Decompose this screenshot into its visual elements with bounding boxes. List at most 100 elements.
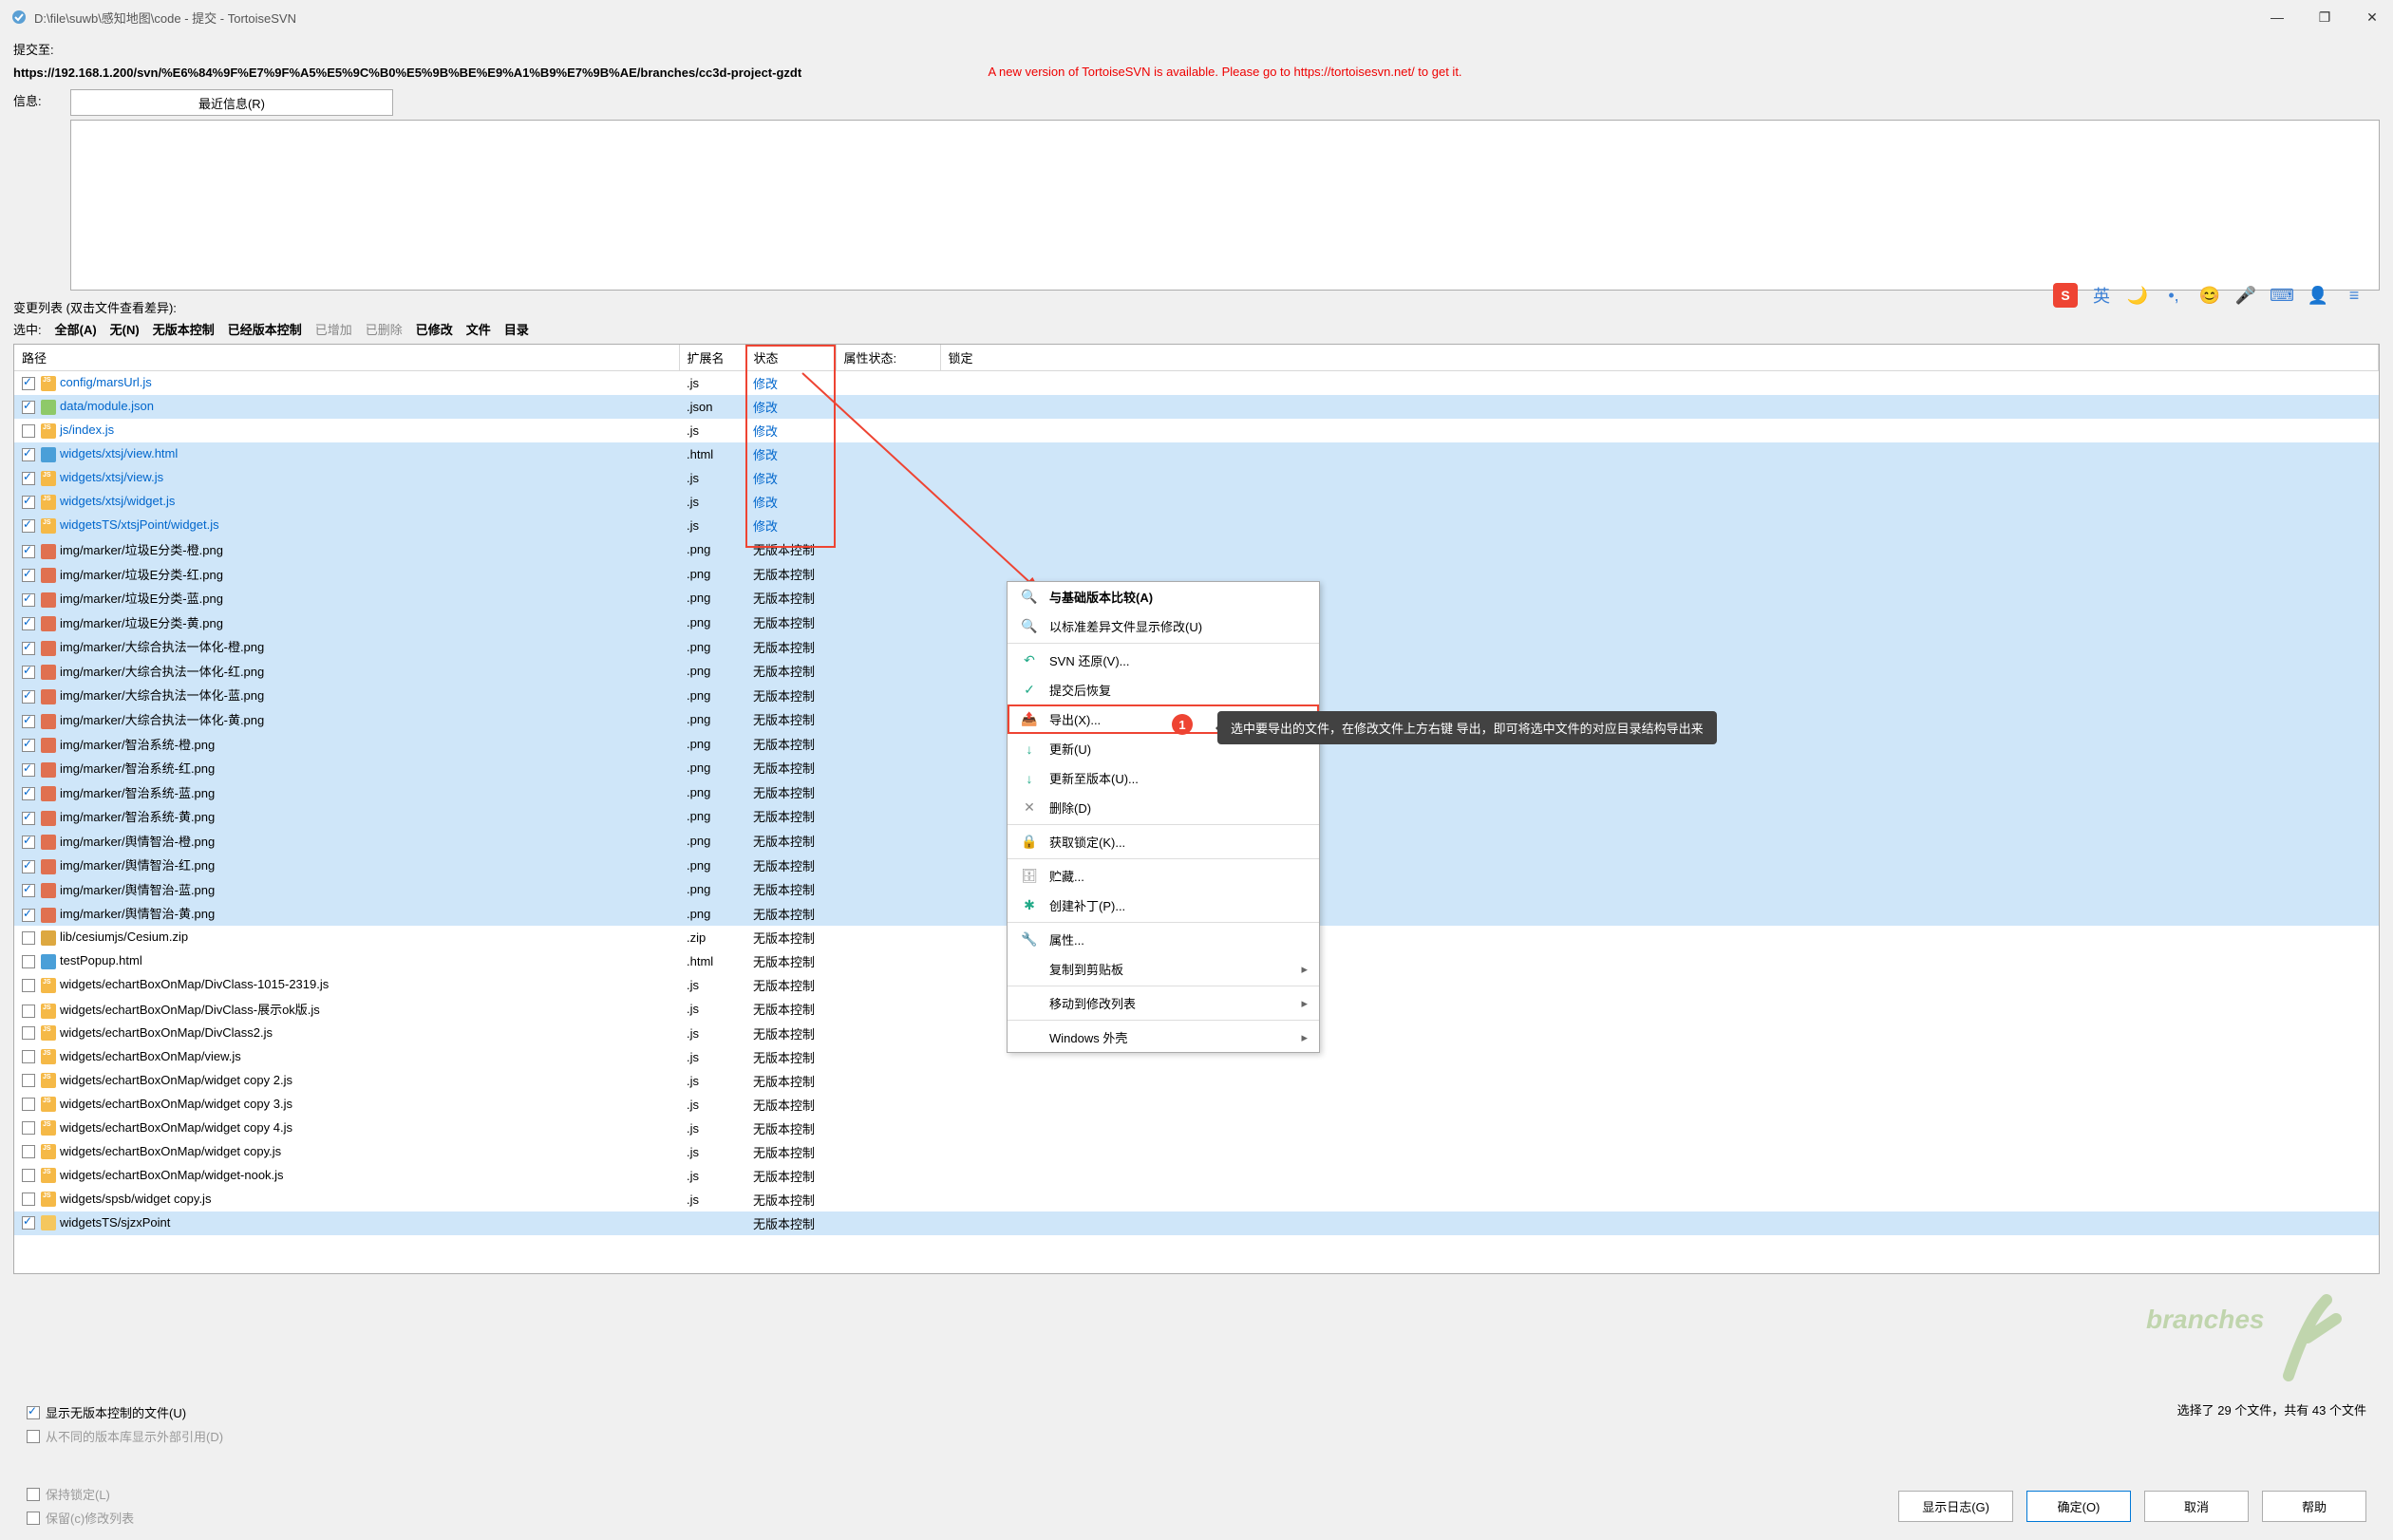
menu-item[interactable]: 🔒获取锁定(K)... xyxy=(1008,827,1319,856)
row-checkbox[interactable] xyxy=(22,1193,35,1206)
row-checkbox[interactable] xyxy=(22,1098,35,1111)
row-checkbox[interactable] xyxy=(22,593,35,607)
menu-item[interactable]: 🗄贮藏... xyxy=(1008,861,1319,891)
row-checkbox[interactable] xyxy=(22,1005,35,1018)
table-row[interactable]: widgets/spsb/widget copy.js.js无版本控制 xyxy=(14,1188,2379,1211)
row-checkbox[interactable] xyxy=(22,1074,35,1087)
table-row[interactable]: widgets/echartBoxOnMap/widget copy 4.js.… xyxy=(14,1117,2379,1140)
table-row[interactable]: config/marsUrl.js.js修改 xyxy=(14,371,2379,396)
table-row[interactable]: widgetsTS/sjzxPoint无版本控制 xyxy=(14,1211,2379,1235)
menu-item[interactable]: 移动到修改列表▸ xyxy=(1008,988,1319,1018)
col-ext[interactable]: 扩展名 xyxy=(679,345,745,371)
menu-icon[interactable]: ≡ xyxy=(2342,283,2366,308)
row-checkbox[interactable] xyxy=(22,715,35,728)
menu-item[interactable]: ↓更新至版本(U)... xyxy=(1008,763,1319,793)
row-checkbox[interactable] xyxy=(22,979,35,992)
moon-icon[interactable]: 🌙 xyxy=(2125,283,2150,308)
filter-files[interactable]: 文件 xyxy=(466,320,491,338)
ok-button[interactable]: 确定(O) xyxy=(2026,1491,2131,1522)
row-checkbox[interactable] xyxy=(22,955,35,968)
row-checkbox[interactable] xyxy=(22,1026,35,1040)
row-checkbox[interactable] xyxy=(22,1216,35,1230)
close-button[interactable]: ✕ xyxy=(2363,8,2382,27)
context-menu[interactable]: 🔍与基础版本比较(A)🔍以标准差异文件显示修改(U) ↶SVN 还原(V)...✓… xyxy=(1007,581,1320,1053)
row-checkbox[interactable] xyxy=(22,1121,35,1135)
row-checkbox[interactable] xyxy=(22,909,35,922)
row-checkbox[interactable] xyxy=(22,1145,35,1158)
table-row[interactable]: img/marker/垃圾E分类-橙.png.png无版本控制 xyxy=(14,537,2379,562)
table-row[interactable]: widgets/echartBoxOnMap/widget copy 3.js.… xyxy=(14,1093,2379,1117)
row-checkbox[interactable] xyxy=(22,884,35,897)
row-checkbox[interactable] xyxy=(22,569,35,582)
keyboard-icon[interactable]: ⌨ xyxy=(2270,283,2294,308)
col-lock[interactable]: 锁定 xyxy=(940,345,2379,371)
row-checkbox[interactable] xyxy=(22,787,35,800)
row-checkbox[interactable] xyxy=(22,377,35,390)
maximize-button[interactable]: ❐ xyxy=(2315,8,2334,27)
row-checkbox[interactable] xyxy=(22,448,35,461)
keep-locks-checkbox[interactable] xyxy=(27,1488,40,1501)
col-path[interactable]: 路径 xyxy=(14,345,679,371)
menu-item[interactable]: Windows 外壳▸ xyxy=(1008,1023,1319,1052)
row-checkbox[interactable] xyxy=(22,812,35,825)
filter-deleted[interactable]: 已删除 xyxy=(366,320,403,338)
filter-added[interactable]: 已增加 xyxy=(315,320,352,338)
filter-vc[interactable]: 已经版本控制 xyxy=(228,320,302,338)
table-row[interactable]: widgets/xtsj/view.html.html修改 xyxy=(14,442,2379,466)
row-checkbox[interactable] xyxy=(22,666,35,679)
table-row[interactable]: widgets/xtsj/view.js.js修改 xyxy=(14,466,2379,490)
filter-all[interactable]: 全部(A) xyxy=(55,320,97,338)
table-row[interactable]: js/index.js.js修改 xyxy=(14,419,2379,442)
row-checkbox[interactable] xyxy=(22,860,35,873)
table-row[interactable]: widgets/echartBoxOnMap/widget copy.js.js… xyxy=(14,1140,2379,1164)
row-checkbox[interactable] xyxy=(22,519,35,533)
table-row[interactable]: widgets/echartBoxOnMap/widget copy 2.js.… xyxy=(14,1069,2379,1093)
person-icon[interactable]: 👤 xyxy=(2306,283,2330,308)
row-checkbox[interactable] xyxy=(22,690,35,704)
row-checkbox[interactable] xyxy=(22,472,35,485)
menu-item[interactable]: ✕删除(D) xyxy=(1008,793,1319,822)
menu-item[interactable]: 🔍以标准差异文件显示修改(U) xyxy=(1008,611,1319,641)
row-checkbox[interactable] xyxy=(22,1050,35,1063)
row-checkbox[interactable] xyxy=(22,424,35,438)
filter-dirs[interactable]: 目录 xyxy=(504,320,529,338)
show-unversioned-checkbox[interactable] xyxy=(27,1406,40,1419)
keep-changelist-checkbox[interactable] xyxy=(27,1512,40,1525)
col-status[interactable]: 状态 xyxy=(745,345,836,371)
row-checkbox[interactable] xyxy=(22,401,35,414)
menu-item[interactable]: ✱创建补丁(P)... xyxy=(1008,891,1319,920)
row-checkbox[interactable] xyxy=(22,763,35,777)
sogou-icon[interactable]: S xyxy=(2053,283,2078,308)
table-row[interactable]: widgets/xtsj/widget.js.js修改 xyxy=(14,490,2379,514)
row-checkbox[interactable] xyxy=(22,739,35,752)
punct-icon[interactable]: •, xyxy=(2161,283,2186,308)
menu-item[interactable]: 复制到剪贴板▸ xyxy=(1008,954,1319,984)
menu-item[interactable]: 🔧属性... xyxy=(1008,925,1319,954)
row-checkbox[interactable] xyxy=(22,931,35,945)
lang-icon[interactable]: 英 xyxy=(2089,283,2114,308)
row-checkbox[interactable] xyxy=(22,1169,35,1182)
col-prop[interactable]: 属性状态: xyxy=(836,345,940,371)
filter-modified[interactable]: 已修改 xyxy=(416,320,453,338)
mic-icon[interactable]: 🎤 xyxy=(2233,283,2258,308)
menu-item[interactable]: ✓提交后恢复 xyxy=(1008,675,1319,704)
commit-message-input[interactable] xyxy=(70,120,2380,291)
row-checkbox[interactable] xyxy=(22,545,35,558)
update-notice[interactable]: A new version of TortoiseSVN is availabl… xyxy=(988,65,1461,79)
row-checkbox[interactable] xyxy=(22,617,35,630)
table-row[interactable]: widgets/echartBoxOnMap/widget-nook.js.js… xyxy=(14,1164,2379,1188)
filter-novc[interactable]: 无版本控制 xyxy=(153,320,215,338)
table-row[interactable]: widgetsTS/xtsjPoint/widget.js.js修改 xyxy=(14,514,2379,537)
show-externals-checkbox[interactable] xyxy=(27,1430,40,1443)
filter-none[interactable]: 无(N) xyxy=(110,320,140,338)
row-checkbox[interactable] xyxy=(22,836,35,849)
table-row[interactable]: data/module.json.json修改 xyxy=(14,395,2379,419)
menu-item[interactable]: 🔍与基础版本比较(A) xyxy=(1008,582,1319,611)
emoji-icon[interactable]: 😊 xyxy=(2197,283,2222,308)
menu-item[interactable]: ↶SVN 还原(V)... xyxy=(1008,646,1319,675)
row-checkbox[interactable] xyxy=(22,496,35,509)
minimize-button[interactable]: — xyxy=(2268,8,2287,27)
show-log-button[interactable]: 显示日志(G) xyxy=(1898,1491,2013,1522)
recent-messages-button[interactable]: 最近信息(R) xyxy=(70,89,393,116)
row-checkbox[interactable] xyxy=(22,642,35,655)
